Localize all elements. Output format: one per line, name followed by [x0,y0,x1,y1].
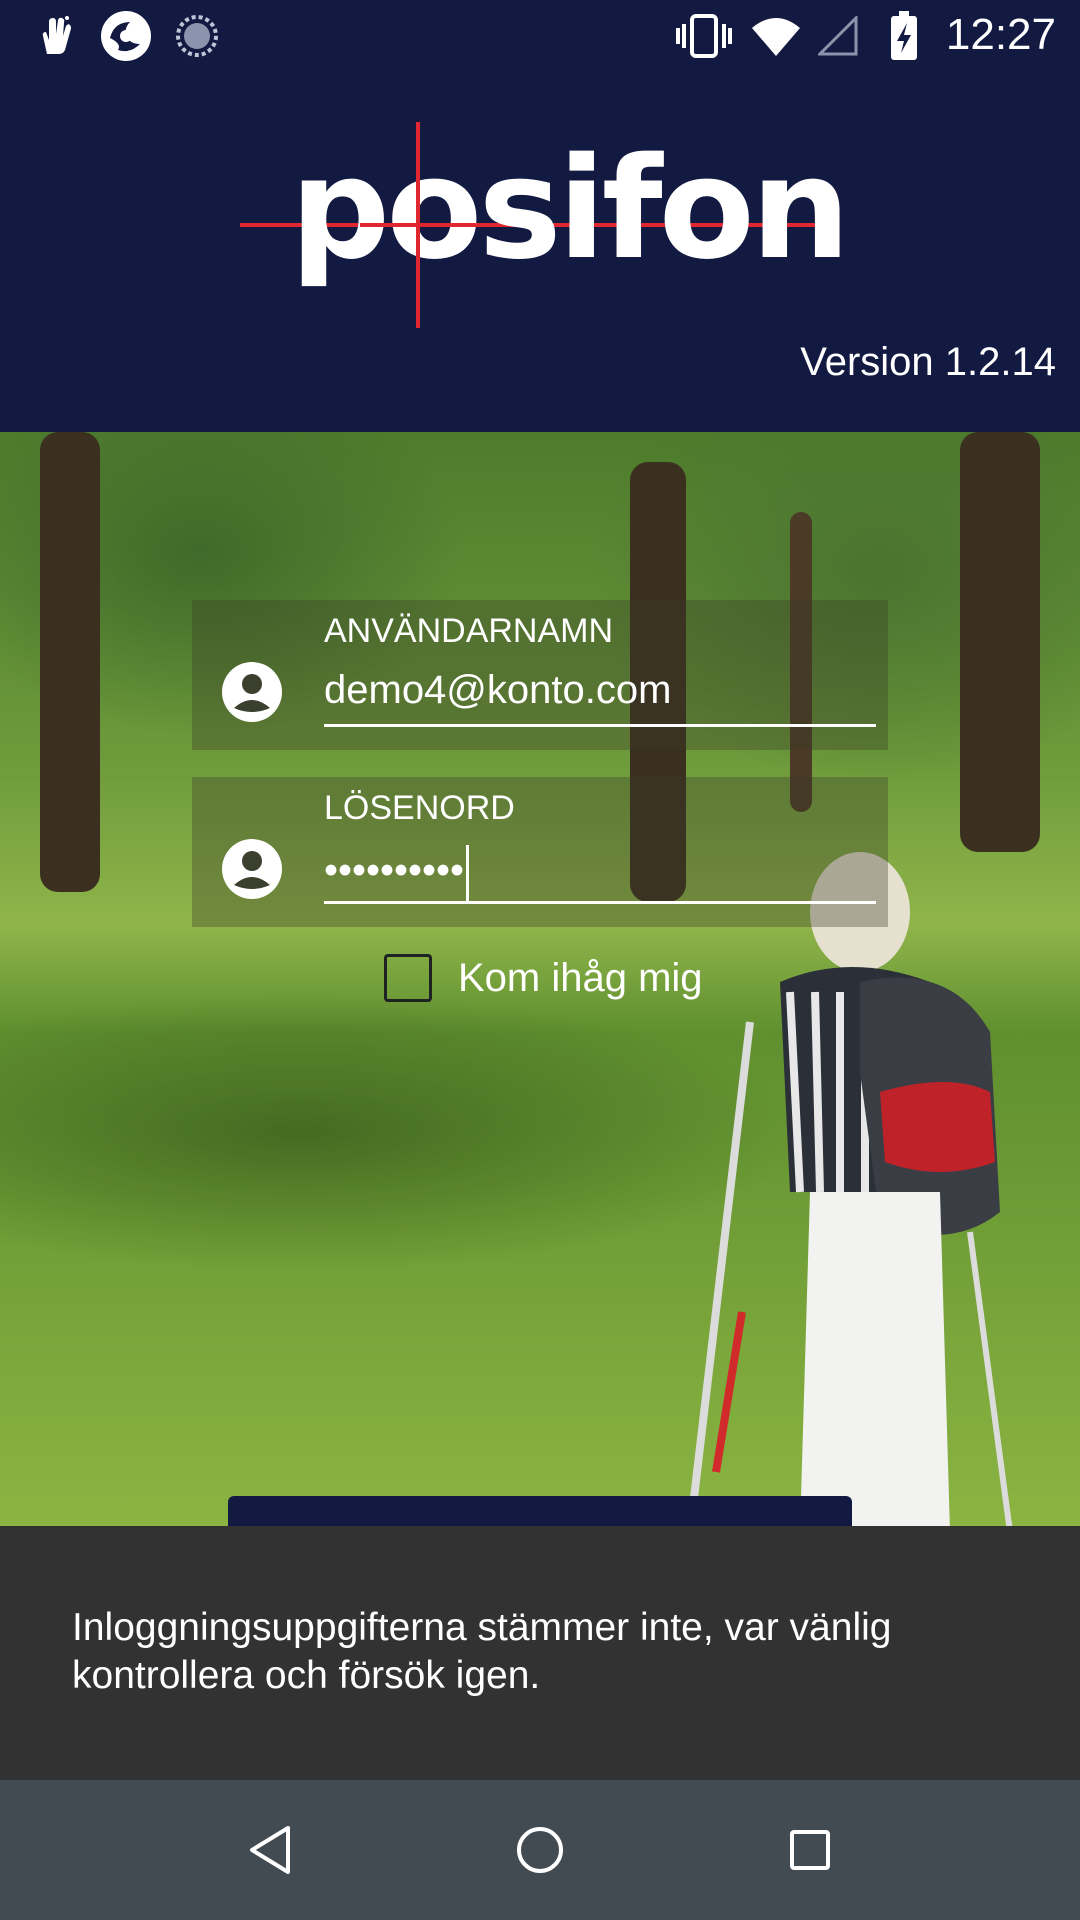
user-icon [222,839,282,899]
status-bar: 12:27 [0,0,1080,72]
app-version: Version 1.2.14 [800,340,1056,384]
hiker-figure [686,852,1013,1526]
username-underline [324,724,876,727]
battery-charging-icon [886,11,922,60]
error-message: Inloggningsuppgifterna stämmer inte, var… [72,1606,892,1697]
wifi-icon [748,12,804,60]
password-field[interactable]: LÖSENORD •••••••••• [192,777,888,927]
posifon-logo: posifon [240,120,850,330]
hand-notification-icon [30,12,80,60]
recents-icon[interactable] [778,1818,842,1882]
remember-me-label[interactable]: Kom ihåg mig [458,956,703,1001]
password-underline [324,901,876,904]
signal-icon [816,12,860,60]
system-nav-bar [0,1780,1080,1920]
password-label: LÖSENORD [324,789,515,827]
home-icon[interactable] [508,1818,572,1882]
error-snackbar: Inloggningsuppgifterna stämmer inte, var… [0,1526,1080,1780]
username-label: ANVÄNDARNAMN [324,612,614,650]
vibrate-icon [676,12,732,60]
status-time: 12:27 [945,10,1056,59]
user-icon [222,662,282,722]
app-notification-icon [98,11,154,61]
password-input[interactable]: •••••••••• [324,845,470,901]
remember-me-row[interactable]: Kom ihåg mig [384,950,703,1006]
password-value: •••••••••• [324,848,465,893]
remember-me-checkbox[interactable] [384,954,432,1002]
username-field[interactable]: ANVÄNDARNAMN demo4@konto.com [192,600,888,750]
text-cursor [466,845,470,901]
sync-notification-icon [172,12,222,60]
username-input[interactable]: demo4@konto.com [324,668,671,713]
back-icon[interactable] [238,1818,302,1882]
